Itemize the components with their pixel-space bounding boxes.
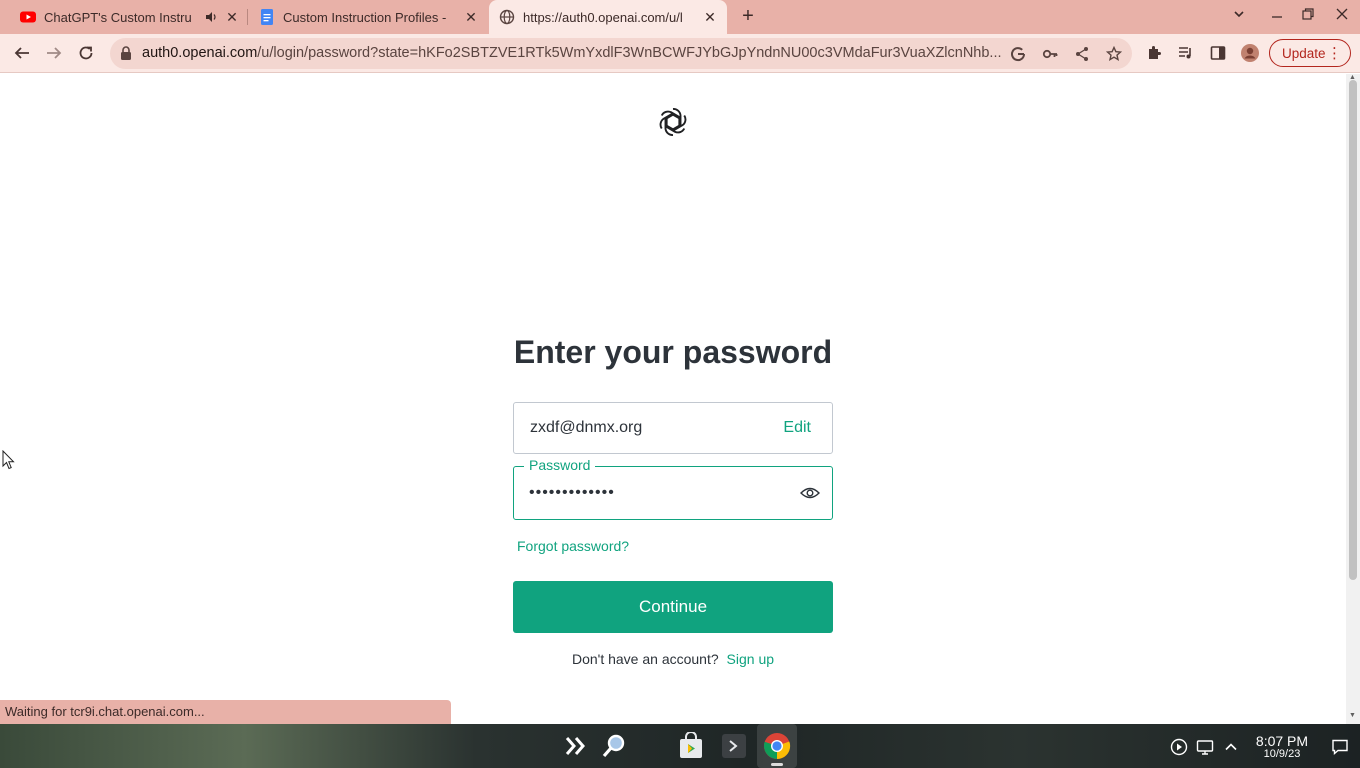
tab-youtube[interactable]: ChatGPT's Custom Instru ✕ [12,0,244,34]
extensions-icon[interactable] [1142,41,1166,65]
page-title: Enter your password [513,334,833,370]
scroll-down-icon[interactable]: ▼ [1349,712,1356,719]
password-label: Password [524,457,596,473]
close-tab-icon[interactable]: ✕ [702,9,718,26]
close-window-icon[interactable] [1332,7,1352,24]
media-control-icon[interactable] [1174,41,1198,65]
speaker-icon[interactable] [204,10,218,27]
update-button[interactable]: Update ⋮ [1269,39,1351,67]
magnifier-icon[interactable] [600,732,628,760]
tab-title: https://auth0.openai.com/u/l [523,9,683,25]
url-domain: auth0.openai.com [142,45,258,61]
google-translate-icon[interactable] [1010,46,1026,62]
scrollbar-thumb[interactable] [1349,80,1357,580]
sign-up-link[interactable]: Sign up [727,651,774,667]
new-tab-button[interactable]: + [737,6,759,28]
profile-avatar-icon[interactable] [1238,41,1262,65]
reload-icon[interactable] [74,41,98,65]
close-tab-icon[interactable]: ✕ [224,9,240,26]
continue-button[interactable]: Continue [513,581,833,633]
forgot-password-link[interactable]: Forgot password? [517,538,629,554]
mouse-cursor-icon [2,449,16,475]
forward-icon[interactable] [42,41,66,65]
lock-icon[interactable] [120,46,132,65]
media-play-icon[interactable] [1170,738,1188,756]
tab-google-docs[interactable]: Custom Instruction Profiles - ✕ [251,0,487,34]
share-icon[interactable] [1074,46,1090,62]
openai-logo-icon [656,105,690,144]
status-bar: Waiting for tcr9i.chat.openai.com... [0,700,451,724]
login-page: Enter your password zxdf@dnmx.org Edit P… [0,74,1346,724]
url-path: /u/login/password?state=hKFo2SBTZVE1RTk5… [257,45,1002,61]
update-label: Update [1282,45,1326,61]
minimize-icon[interactable] [1267,7,1287,24]
bookmark-star-icon[interactable] [1106,46,1122,62]
launcher-icon[interactable] [562,732,590,760]
email-display-field: zxdf@dnmx.org Edit [513,402,833,454]
google-docs-icon [259,9,275,25]
tray-expand-icon[interactable] [1222,738,1240,756]
password-input[interactable]: ••••••••••••• [529,484,615,502]
restore-icon[interactable] [1298,7,1318,24]
edit-email-link[interactable]: Edit [783,419,811,437]
tab-search-icon[interactable] [1229,7,1249,24]
close-tab-icon[interactable]: ✕ [463,9,479,26]
chrome-icon [763,732,791,760]
no-account-text: Don't have an account? [571,651,719,667]
tab-auth0[interactable]: https://auth0.openai.com/u/l ✕ [489,0,727,34]
terminal-icon[interactable] [720,732,748,760]
clock-date: 10/9/23 [1263,748,1301,760]
url-text[interactable]: auth0.openai.com/u/login/password?state=… [142,45,1002,61]
show-password-icon[interactable] [800,486,820,505]
key-icon[interactable] [1042,46,1058,62]
tab-title: ChatGPT's Custom Instru [44,9,192,25]
address-bar[interactable]: auth0.openai.com/u/login/password?state=… [110,38,1132,69]
chrome-taskbar-item[interactable] [757,724,797,768]
back-icon[interactable] [10,41,34,65]
clock-time: 8:07 PM [1255,733,1309,749]
tab-title: Custom Instruction Profiles - [283,9,447,25]
youtube-icon [20,9,36,25]
screen-capture-icon[interactable] [1196,738,1214,756]
tab-strip: ChatGPT's Custom Instru ✕ Custom Instruc… [0,0,1360,34]
globe-icon [499,9,515,25]
side-panel-icon[interactable] [1206,41,1230,65]
menu-kebab-icon[interactable]: ⋮ [1327,44,1342,62]
browser-toolbar: auth0.openai.com/u/login/password?state=… [0,34,1360,73]
notifications-icon[interactable] [1331,738,1349,756]
system-clock[interactable]: 8:07 PM 10/9/23 [1250,733,1314,760]
tab-separator [247,9,248,25]
os-taskbar: 8:07 PM 10/9/23 [0,724,1360,768]
email-value: zxdf@dnmx.org [530,419,643,436]
active-indicator [771,763,783,766]
page-scrollbar[interactable]: ▲ ▼ [1346,74,1360,724]
play-store-icon[interactable] [677,732,705,760]
password-field[interactable]: Password ••••••••••••• [513,457,833,520]
signup-prompt: Don't have an account? Sign up [0,651,1346,667]
